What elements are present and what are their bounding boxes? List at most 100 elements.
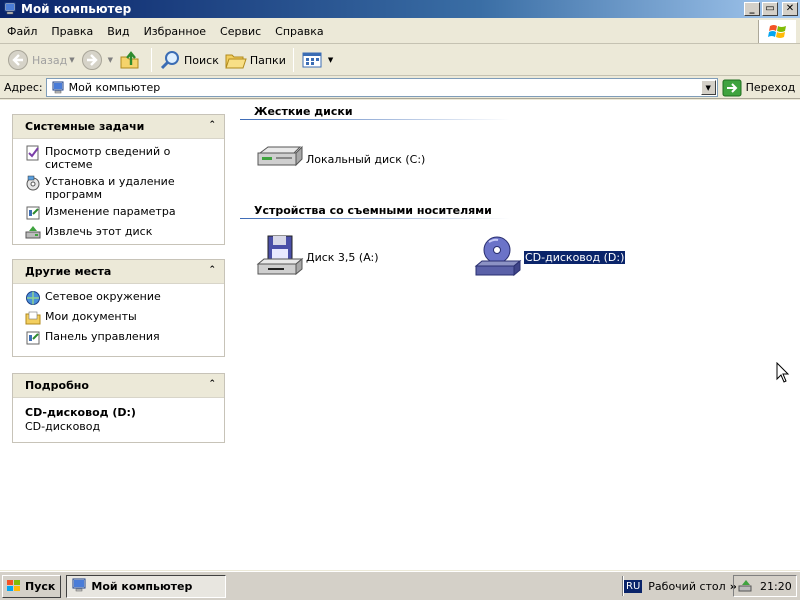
search-button[interactable]: Поиск (156, 47, 222, 74)
system-tasks-panel: Системные задачи ⌃ Просмотр сведений о с… (12, 114, 225, 245)
control-panel-icon (25, 330, 41, 346)
address-bar: Адрес: Мой компьютер ▼ Переход (0, 77, 800, 99)
folders-button[interactable]: Папки (222, 47, 289, 74)
task-system-info[interactable]: Просмотр сведений о системе (25, 145, 216, 171)
views-dropdown-icon[interactable]: ▼ (328, 56, 333, 64)
language-indicator[interactable]: RU (624, 579, 643, 593)
cd-drive-icon (472, 234, 522, 280)
menu-help[interactable]: Справка (268, 19, 330, 44)
menu-view[interactable]: Вид (100, 19, 136, 44)
system-tray: 21:20 (733, 575, 797, 597)
floppy-disk-a[interactable]: Диск 3,5 (A:) (254, 234, 379, 280)
removable-header: Устройства со съемными носителями (254, 204, 492, 217)
views-button[interactable]: ▼ (298, 47, 336, 74)
other-places-title: Другие места (25, 265, 112, 278)
task-label: Просмотр сведений о системе (45, 145, 171, 171)
task-label: Извлечь этот диск (45, 225, 153, 238)
title-bar[interactable]: Мой компьютер _ ▭ ✕ (0, 0, 800, 18)
documents-icon (25, 310, 41, 326)
other-places-panel: Другие места ⌃ Сетевое окружение Мои док… (12, 259, 225, 357)
window-title: Мой компьютер (21, 2, 132, 16)
forward-dropdown-icon[interactable]: ▼ (108, 56, 113, 64)
taskbar-window-button[interactable]: Мой компьютер (66, 574, 227, 598)
start-button[interactable]: Пуск (2, 574, 62, 598)
place-network[interactable]: Сетевое окружение (25, 290, 216, 306)
search-label: Поиск (184, 53, 219, 67)
folders-label: Папки (249, 53, 286, 67)
local-disk-label: Локальный диск (C:) (306, 152, 426, 166)
windows-logo-icon (6, 578, 22, 594)
system-tasks-header[interactable]: Системные задачи ⌃ (13, 115, 224, 139)
add-remove-programs-icon (25, 175, 41, 191)
taskbar: Пуск Мой компьютер RU Рабочий стол » 21:… (0, 571, 800, 600)
address-dropdown-button[interactable]: ▼ (700, 80, 716, 95)
details-header[interactable]: Подробно ⌃ (13, 374, 224, 398)
hard-drive-icon (254, 136, 304, 182)
details-title: Подробно (25, 379, 89, 392)
hard-drives-header: Жесткие диски (254, 105, 353, 118)
search-icon (159, 49, 181, 71)
close-button[interactable]: ✕ (782, 2, 798, 16)
collapse-chevron-icon[interactable]: ⌃ (208, 265, 216, 275)
toolbar: Назад ▼ ▼ Поиск Папки ▼ (0, 45, 800, 76)
place-label: Мои документы (45, 310, 137, 323)
clock[interactable]: 21:20 (760, 580, 792, 593)
other-places-header[interactable]: Другие места ⌃ (13, 260, 224, 284)
task-add-remove-programs[interactable]: Установка и удаление программ (25, 175, 216, 201)
collapse-chevron-icon[interactable]: ⌃ (208, 379, 216, 389)
address-label: Адрес: (4, 81, 43, 94)
views-icon (301, 49, 323, 71)
task-label: Установка и удаление программ (45, 175, 175, 201)
mouse-cursor-icon (776, 361, 790, 384)
local-disk-c[interactable]: Локальный диск (C:) (254, 136, 425, 182)
forward-arrow-icon (81, 49, 103, 71)
details-item-type: CD-дисковод (25, 420, 101, 433)
place-label: Панель управления (45, 330, 160, 343)
windows-logo-icon (758, 20, 796, 43)
eject-disk-icon (25, 225, 41, 241)
group-divider (240, 218, 510, 219)
my-computer-icon (3, 2, 17, 16)
go-label: Переход (745, 81, 796, 94)
back-dropdown-icon[interactable]: ▼ (69, 56, 74, 64)
task-label: Изменение параметра (45, 205, 176, 218)
control-panel-icon (25, 205, 41, 221)
menu-edit[interactable]: Правка (44, 19, 100, 44)
desktop-toolbar-label[interactable]: Рабочий стол (648, 580, 725, 593)
system-tasks-title: Системные задачи (25, 120, 145, 133)
details-panel: Подробно ⌃ CD-дисковод (D:) CD-дисковод (12, 373, 225, 443)
task-change-setting[interactable]: Изменение параметра (25, 205, 216, 221)
go-button[interactable]: Переход (722, 79, 796, 97)
safely-remove-hardware-icon[interactable] (738, 578, 754, 594)
folders-icon (225, 49, 247, 71)
menu-tools[interactable]: Сервис (213, 19, 268, 44)
back-button[interactable]: Назад ▼ (4, 47, 78, 74)
toolbar-separator (151, 48, 152, 72)
floppy-drive-icon (254, 234, 304, 280)
my-computer-icon (51, 81, 65, 95)
place-control-panel[interactable]: Панель управления (25, 330, 216, 346)
menu-favorites[interactable]: Избранное (137, 19, 213, 44)
go-arrow-icon (722, 79, 742, 97)
task-eject-disk[interactable]: Извлечь этот диск (25, 225, 216, 241)
menu-bar: Файл Правка Вид Избранное Сервис Справка (0, 19, 800, 44)
menu-file[interactable]: Файл (0, 19, 44, 44)
system-info-icon (25, 145, 41, 161)
taskbar-window-label: Мой компьютер (91, 579, 193, 593)
floppy-label: Диск 3,5 (A:) (306, 250, 379, 264)
cd-drive-d[interactable]: CD-дисковод (D:) (472, 234, 627, 280)
details-item-name: CD-дисковод (D:) (25, 406, 136, 419)
back-arrow-icon (7, 49, 29, 71)
minimize-button[interactable]: _ (744, 2, 760, 16)
maximize-button[interactable]: ▭ (762, 2, 778, 16)
network-icon (25, 290, 41, 306)
toolbar-separator (292, 48, 294, 72)
forward-button[interactable]: ▼ (78, 47, 116, 74)
back-label: Назад (32, 53, 68, 67)
address-value: Мой компьютер (68, 81, 161, 94)
up-folder-button[interactable] (116, 47, 147, 74)
collapse-chevron-icon[interactable]: ⌃ (208, 120, 216, 130)
address-input[interactable]: Мой компьютер ▼ (45, 78, 718, 97)
cd-drive-label: CD-дисковод (D:) (522, 249, 627, 265)
place-my-documents[interactable]: Мои документы (25, 310, 216, 326)
